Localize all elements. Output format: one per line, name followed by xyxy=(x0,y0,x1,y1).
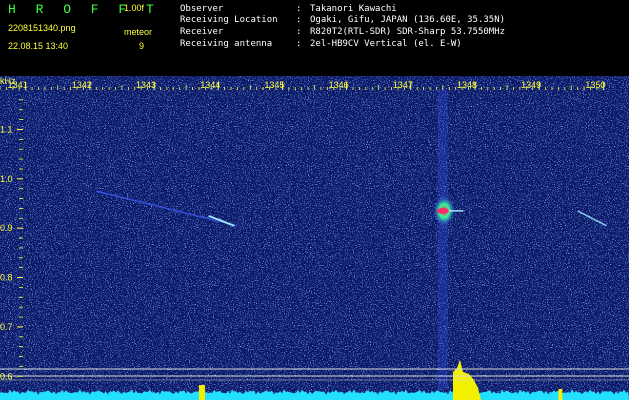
receiver-label: Receiver xyxy=(180,27,224,37)
receiver-value: R820T2(RTL-SDR) SDR-Sharp 53.7550MHz xyxy=(310,27,506,37)
x-tick-label: 1348 xyxy=(457,80,477,90)
signal-level-spike xyxy=(198,385,205,400)
location-separator: : xyxy=(296,15,302,25)
y-tick-label: 1.1 xyxy=(0,124,13,134)
antenna-separator: : xyxy=(296,39,302,49)
y-tick-label: 0.9 xyxy=(0,223,13,233)
spectrogram: kHz1341 1342 1343 1344 1345 1346 1347 1348 1349 1… xyxy=(0,76,629,400)
location-value: Ogaki, Gifu, JAPAN (136.60E, 35.35N) xyxy=(310,15,506,25)
location-label: Receiving Location xyxy=(180,15,278,25)
meteor-count: 9 xyxy=(139,41,145,51)
x-tick-label: 1349 xyxy=(521,80,541,90)
antenna-label: Receiving antenna xyxy=(180,39,273,49)
hroftt-window: H R O F F T 1.00f 2208151340.png meteor … xyxy=(0,0,629,400)
observer-separator: : xyxy=(296,4,302,14)
meteor-column xyxy=(437,90,448,390)
y-tick-label: 1.0 xyxy=(0,174,13,184)
detection-mode: meteor xyxy=(124,27,153,37)
y-tick-label: 0.8 xyxy=(0,273,13,283)
observer-label: Observer xyxy=(180,4,224,14)
receiver-separator: : xyxy=(296,27,302,37)
app-version: 1.00f xyxy=(124,3,145,13)
image-filename: 2208151340.png xyxy=(8,23,76,33)
x-tick-label: 1347 xyxy=(393,80,413,90)
x-tick-label: 1341 xyxy=(8,80,28,90)
x-tick-label: 1345 xyxy=(264,80,284,90)
capture-datetime: 22.08.15 13:40 xyxy=(8,41,69,51)
observer-value: Takanori Kawachi xyxy=(310,4,397,14)
x-tick-label: 1344 xyxy=(200,80,220,90)
spectrogram-panel: kHz 1341 1342 1343 1344 1345 1346 1347 1348 1349 1… xyxy=(0,76,629,400)
x-tick-label: 1350 xyxy=(585,80,605,90)
x-tick-label: 1342 xyxy=(72,80,92,90)
meteor-burst-core xyxy=(436,207,449,214)
signal-level-spike xyxy=(558,389,563,400)
y-tick-label: 0.6 xyxy=(0,371,13,381)
x-tick-label: 1346 xyxy=(329,80,349,90)
antenna-value: 2el-HB9CV Vertical (el. E-W) xyxy=(310,39,462,49)
x-tick-label: 1343 xyxy=(136,80,156,90)
noise-texture xyxy=(0,76,629,400)
y-tick-label: 0.7 xyxy=(0,322,13,332)
